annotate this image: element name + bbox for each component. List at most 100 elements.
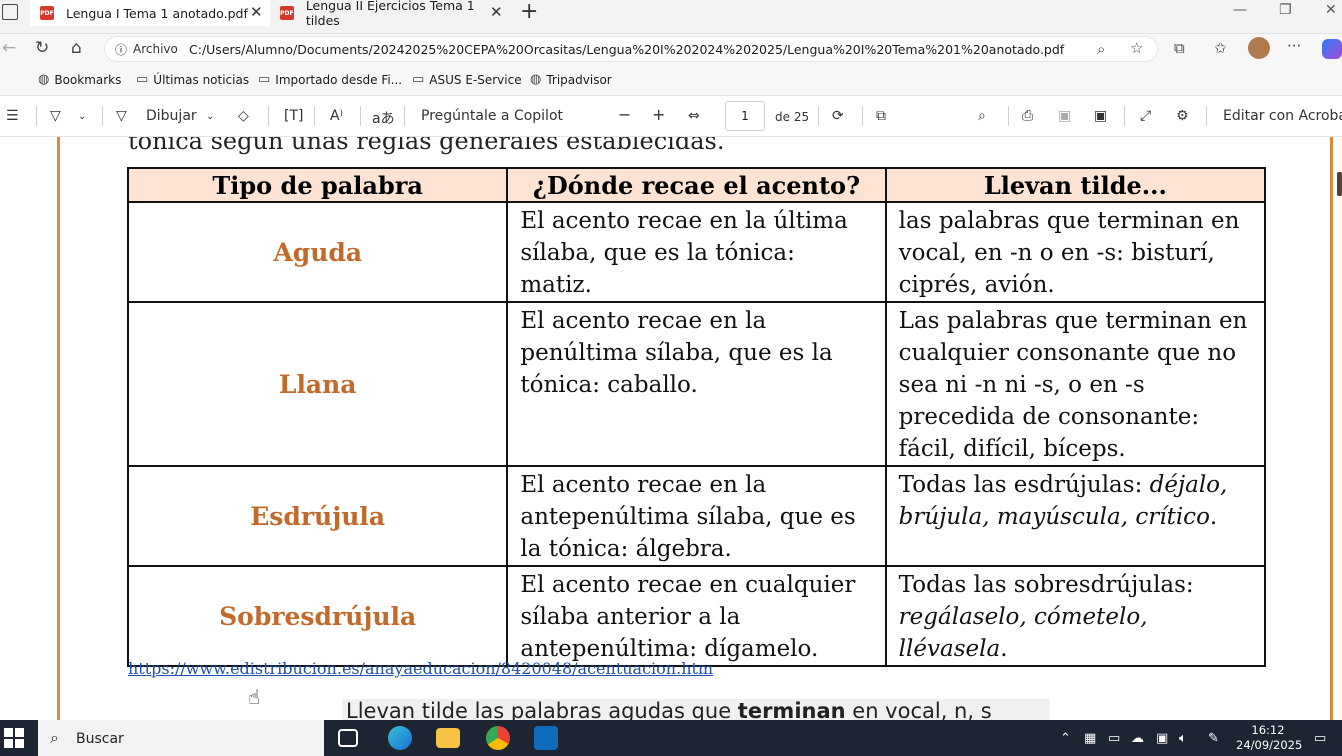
chevron-up-icon[interactable]: ⌃ — [1060, 731, 1071, 746]
hand-cursor-icon: ☝ — [248, 685, 261, 709]
restore-icon[interactable]: ❐ — [1279, 2, 1292, 18]
windows-start-icon[interactable] — [4, 728, 24, 748]
edge-browser-icon[interactable] — [388, 726, 412, 750]
save-as-icon[interactable]: ▣ — [1094, 108, 1107, 124]
draw-icon[interactable]: ▽ — [116, 108, 127, 124]
copilot-button[interactable]: Pregúntale a Copilot — [421, 108, 563, 124]
file-explorer-icon[interactable] — [436, 728, 460, 748]
draw-button[interactable]: Dibujar — [146, 108, 197, 124]
new-tab-button[interactable]: + — [520, 0, 538, 24]
task-view-icon[interactable] — [338, 729, 358, 747]
tab-title: Lengua I Tema 1 anotado.pdf — [66, 5, 248, 21]
address-bar: ← ↻ ⌂ ⓘ Archivo C:/Users/Alumno/Document… — [0, 34, 1342, 64]
tilde-text: Las palabras que terminan en cualquier c… — [898, 308, 1248, 462]
word-type-cell: Esdrújula — [126, 465, 509, 567]
tilde-cell: Todas las esdrújulas: déjalo, brújula, m… — [884, 465, 1267, 567]
print-icon[interactable]: ⎙ — [1022, 108, 1033, 124]
favorites-icon[interactable]: ✩ — [1214, 39, 1227, 57]
close-window-icon[interactable]: ✕ — [1325, 2, 1337, 18]
minimize-icon[interactable]: — — [1233, 2, 1247, 18]
search-icon: ⌕ — [50, 728, 59, 747]
info-icon[interactable]: ⓘ — [115, 41, 127, 58]
bookmark-tripadvisor[interactable]: ◍ Tripadvisor — [530, 72, 612, 87]
url-text[interactable]: C:/Users/Alumno/Documents/20242025%20CEP… — [189, 42, 1064, 57]
save-icon[interactable]: ▣ — [1058, 108, 1071, 124]
pdf-file-icon: PDF — [280, 6, 294, 20]
chevron-down-icon[interactable]: ⌄ — [206, 111, 214, 122]
folder-icon: ▭ — [412, 72, 425, 87]
settings-gear-icon[interactable]: ⚙ — [1176, 108, 1189, 124]
tilde-cell: Las palabras que terminan en cualquier c… — [884, 301, 1267, 467]
zoom-out-icon[interactable]: − — [618, 105, 631, 124]
scrollbar[interactable] — [1336, 137, 1342, 720]
back-icon[interactable]: ← — [2, 38, 16, 58]
notifications-icon[interactable]: ▭ — [1314, 731, 1326, 746]
pen-icon[interactable]: ✎ — [1208, 731, 1219, 746]
search-icon[interactable]: ⌕ — [978, 108, 986, 124]
eraser-icon[interactable]: ◇ — [238, 108, 249, 124]
table-header-row: Tipo de palabra ¿Dónde recae el acento? … — [126, 167, 1267, 203]
reload-icon[interactable]: ↻ — [35, 38, 49, 58]
pdf-page-view[interactable]: tónica según unas reglas generales estab… — [0, 137, 1342, 720]
chrome-icon[interactable] — [486, 726, 510, 750]
table-row: Esdrújula El acento recae en la antepenú… — [126, 465, 1267, 567]
bookmark-bookmarks[interactable]: ◍ Bookmarks — [38, 72, 121, 87]
extensions-icon[interactable]: ⧉ — [1174, 39, 1185, 57]
bookmark-label: Últimas noticias — [153, 72, 250, 87]
rotate-icon[interactable]: ⟳ — [832, 108, 844, 124]
text-box-icon[interactable]: [T] — [284, 108, 303, 124]
pdf-file-icon: PDF — [40, 6, 54, 20]
bookmark-importado[interactable]: ▭ Importado desde Fi... — [258, 72, 402, 87]
page-view-icon[interactable]: ⧉ — [876, 108, 886, 124]
column-header: Llevan tilde... — [884, 167, 1267, 203]
keyboard-icon[interactable]: ▦ — [1084, 731, 1096, 746]
folder-icon[interactable]: ▭ — [1108, 731, 1120, 746]
fullscreen-icon[interactable]: ⤢ — [1140, 108, 1151, 124]
taskbar-search[interactable]: ⌕ Buscar — [38, 720, 324, 756]
separator — [818, 106, 819, 126]
clock-time: 16:12 — [1251, 723, 1285, 737]
tilde-cell: Todas las sobresdrújulas: regálaselo, có… — [884, 565, 1267, 667]
network-icon[interactable]: ▣ — [1156, 731, 1168, 746]
bold-segment: terminan — [737, 699, 846, 720]
copilot-icon[interactable] — [1322, 39, 1342, 59]
more-icon[interactable]: ··· — [1287, 37, 1301, 55]
separator — [1206, 106, 1207, 126]
scrollbar-thumb[interactable] — [1337, 172, 1342, 196]
table-row: Sobresdrújula El acento recae en cualqui… — [126, 565, 1267, 667]
tab-lengua-i[interactable]: PDF Lengua I Tema 1 anotado.pdf ✕ — [30, 0, 270, 26]
profile-avatar[interactable] — [1248, 37, 1270, 59]
translate-icon[interactable]: aあ — [372, 108, 395, 128]
close-tab-icon[interactable]: ✕ — [490, 3, 503, 21]
tilde-cell: las palabras que terminan en vocal, en -… — [884, 201, 1267, 303]
source-link[interactable]: https://www.edistribucion.es/anayaeducac… — [128, 659, 713, 678]
outlook-icon[interactable] — [534, 726, 558, 750]
tab-title: Lengua II Ejercicios Tema 1 tildes — [305, 0, 475, 28]
chevron-down-icon[interactable]: ⌄ — [78, 111, 86, 122]
zoom-icon[interactable]: ⌕ — [1097, 40, 1105, 58]
tab-actions-icon[interactable] — [2, 4, 18, 20]
separator — [1008, 106, 1009, 126]
highlight-icon[interactable]: ▽ — [50, 108, 61, 124]
bookmark-asus[interactable]: ▭ ASUS E-Service — [412, 72, 522, 87]
contents-icon[interactable]: ☰ — [6, 108, 19, 124]
onedrive-cloud-icon[interactable]: ☁ — [1131, 731, 1144, 746]
close-tab-icon[interactable]: ✕ — [250, 3, 263, 21]
clock-date: 24/09/2025 — [1236, 738, 1303, 752]
home-icon[interactable]: ⌂ — [71, 38, 82, 58]
url-field[interactable]: ⓘ Archivo C:/Users/Alumno/Documents/2024… — [104, 36, 1158, 62]
separator — [404, 106, 405, 126]
edit-with-acrobat-button[interactable]: Editar con Acrobat — [1223, 108, 1342, 124]
volume-icon[interactable]: 🔈︎ — [1179, 731, 1187, 746]
favorite-star-icon[interactable]: ☆ — [1130, 39, 1143, 57]
zoom-in-icon[interactable]: + — [652, 105, 665, 124]
fit-width-icon[interactable]: ⇔ — [688, 108, 700, 124]
word-type-cell: Llana — [126, 301, 509, 467]
bookmark-ultimas-noticias[interactable]: ▭ Últimas noticias — [136, 72, 249, 87]
system-clock[interactable]: 16:12 24/09/2025 — [1236, 723, 1303, 753]
tab-strip: PDF Lengua I Tema 1 anotado.pdf ✕ PDF Le… — [0, 0, 1342, 34]
read-aloud-icon[interactable]: A⁾ — [330, 108, 343, 124]
tab-lengua-ii[interactable]: PDF Lengua II Ejercicios Tema 1 tildes ✕ — [270, 0, 510, 28]
body-text: tónica según unas reglas generales estab… — [128, 137, 725, 155]
page-number-input[interactable]: 1 — [725, 101, 765, 131]
